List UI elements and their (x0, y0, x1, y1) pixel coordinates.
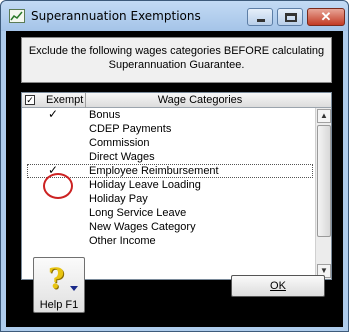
minimize-icon (257, 19, 265, 22)
dropdown-caret-icon (70, 286, 78, 291)
instruction-text: Exclude the following wages categories B… (28, 45, 325, 71)
table-row[interactable]: ✓ Bonus (22, 108, 315, 122)
vertical-scrollbar[interactable]: ▲ ▼ (315, 108, 331, 279)
table-row[interactable]: New Wages Category (22, 220, 315, 234)
table-row[interactable]: Long Service Leave (22, 206, 315, 220)
scrollbar-thumb[interactable] (317, 125, 331, 237)
highlight-circle-annotation (43, 173, 73, 199)
wage-category-label: Holiday Leave Loading (89, 179, 201, 191)
scroll-up-arrow-icon[interactable]: ▲ (317, 109, 331, 123)
wage-category-label: Employee Reimbursement (89, 165, 219, 177)
wage-category-label: Other Income (89, 235, 156, 247)
grid-header: ✓ Exempt Wage Categories (22, 93, 331, 108)
close-icon: ✕ (320, 9, 332, 24)
column-header-wage-categories[interactable]: Wage Categories (86, 94, 314, 106)
maximize-icon (285, 13, 297, 22)
wage-category-label: Long Service Leave (89, 207, 187, 219)
grid-rows: ✓ Bonus CDEP Payments Commission Direct … (22, 108, 315, 279)
help-button-label: Help F1 (39, 299, 79, 311)
superannuation-exemptions-window: Superannuation Exemptions ✕ Exclude the … (0, 0, 349, 332)
wage-category-label: Bonus (89, 109, 121, 121)
close-button[interactable]: ✕ (307, 8, 345, 26)
table-row[interactable]: CDEP Payments (22, 122, 315, 136)
select-all-checkbox[interactable]: ✓ (25, 95, 35, 105)
maximize-button[interactable] (277, 8, 303, 26)
table-row[interactable]: Direct Wages (22, 150, 315, 164)
wage-category-label: New Wages Category (89, 221, 196, 233)
exempt-checkmark[interactable]: ✓ (48, 108, 60, 121)
instruction-box: Exclude the following wages categories B… (21, 37, 332, 83)
wage-categories-grid: ✓ Exempt Wage Categories ✓ Bonus CDEP Pa… (21, 92, 332, 280)
wage-category-label: CDEP Payments (89, 123, 172, 135)
window-title: Superannuation Exemptions (31, 9, 201, 23)
wage-category-label: Holiday Pay (89, 193, 148, 205)
ok-button-label: OK (270, 280, 286, 292)
table-row[interactable]: Commission (22, 136, 315, 150)
wage-category-label: Direct Wages (89, 151, 155, 163)
help-button[interactable]: ? Help F1 (33, 257, 85, 313)
table-row[interactable]: Other Income (22, 234, 315, 248)
wage-category-label: Commission (89, 137, 150, 149)
ok-button[interactable]: OK (231, 275, 325, 297)
question-mark-icon: ? (48, 262, 65, 295)
title-bar[interactable]: Superannuation Exemptions ✕ (1, 1, 348, 31)
dialog-body: Exclude the following wages categories B… (6, 31, 343, 327)
minimize-button[interactable] (247, 8, 273, 26)
column-header-exempt[interactable]: Exempt (46, 94, 83, 106)
calculator-icon[interactable] (9, 9, 25, 23)
